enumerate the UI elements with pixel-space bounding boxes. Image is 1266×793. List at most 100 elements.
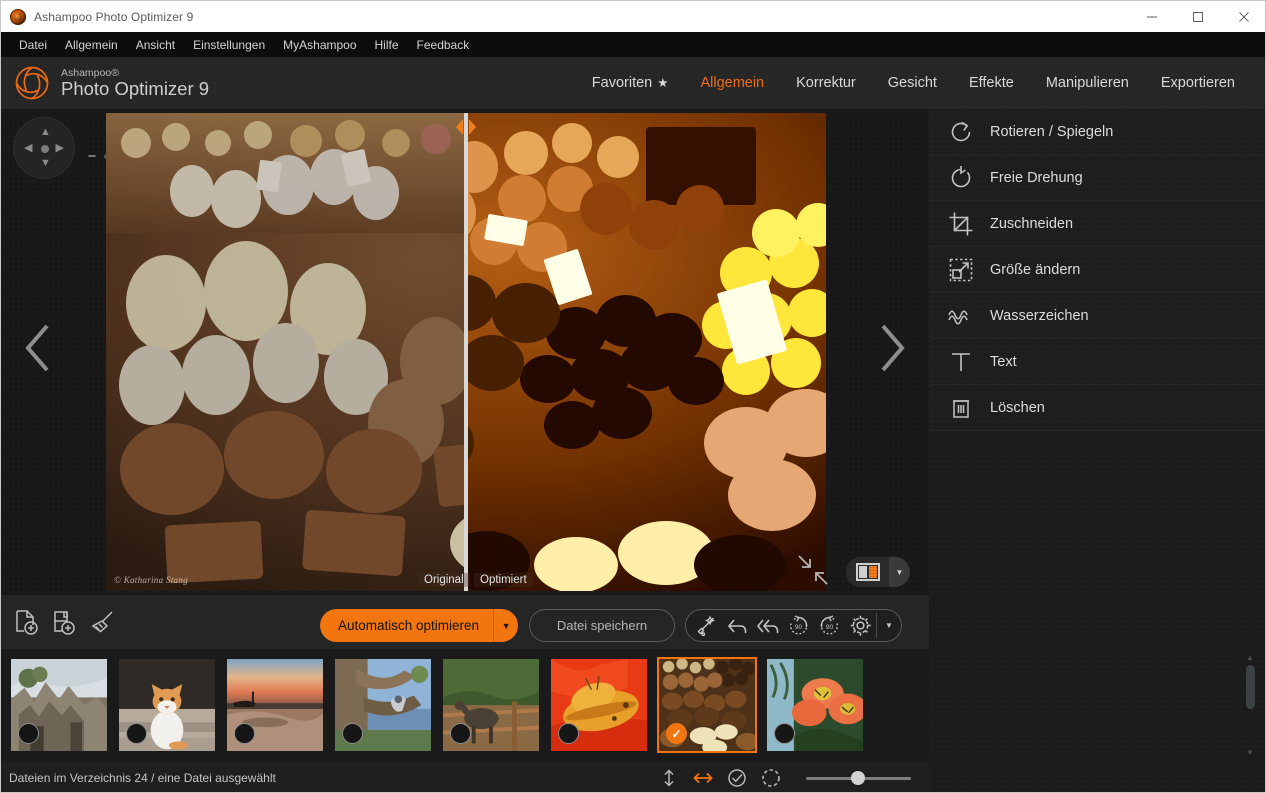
thumbnail-checkbox[interactable] — [126, 723, 147, 744]
split-view-left-half — [859, 566, 867, 578]
save-file-button[interactable]: Datei speichern — [529, 609, 675, 642]
thumbnail-orange-butterfly[interactable] — [549, 657, 649, 753]
thumbnail-checkbox[interactable] — [234, 723, 255, 744]
app-window: Ashampoo Photo Optimizer 9 Datei Allgeme… — [0, 0, 1266, 793]
thumbnail-checkbox[interactable] — [450, 723, 471, 744]
tab-allgemein[interactable]: Allgemein — [684, 69, 780, 97]
dashed-circle-icon[interactable] — [760, 767, 782, 789]
thumbnail-donkey-fence[interactable] — [441, 657, 541, 753]
sidebar-item-freie-drehung[interactable]: Freie Drehung — [929, 155, 1266, 201]
menu-item-datei[interactable]: Datei — [10, 35, 56, 55]
auto-optimize-button[interactable]: Automatisch optimieren ▼ — [320, 609, 518, 642]
fit-to-screen-icon[interactable] — [796, 553, 830, 587]
thumbnail-beach-sunset[interactable] — [225, 657, 325, 753]
rotate-right-90-icon[interactable]: 90 — [814, 610, 845, 641]
zoom-out-icon[interactable]: − — [86, 149, 98, 164]
chevron-left-icon[interactable] — [21, 321, 55, 375]
tab-favoriten[interactable]: Favoriten★ — [576, 69, 685, 97]
thumbnail-orange-flowers[interactable] — [765, 657, 865, 753]
title-bar: Ashampoo Photo Optimizer 9 — [1, 1, 1266, 32]
pan-center-dot[interactable] — [41, 145, 49, 153]
pan-left-icon[interactable]: ◀ — [24, 143, 32, 154]
add-folder-icon[interactable] — [49, 607, 79, 637]
thumbnail-checkbox[interactable] — [558, 723, 579, 744]
app-header: Ashampoo® Photo Optimizer 9 Favoriten★ A… — [1, 57, 1266, 109]
undo-icon[interactable] — [721, 610, 752, 641]
thumbnail-size-knob[interactable] — [851, 771, 865, 785]
image-optimized-pane — [468, 113, 826, 591]
rotate-left-90-icon[interactable]: 90 — [783, 610, 814, 641]
sidebar-item-rotieren-spiegeln[interactable]: Rotieren / Spiegeln — [929, 109, 1266, 155]
fit-width-icon[interactable] — [692, 767, 714, 789]
auto-optimize-caret-icon[interactable]: ▼ — [494, 621, 518, 631]
chevron-right-icon[interactable] — [875, 321, 909, 375]
pan-pad-icon[interactable]: ▲ ▼ ◀ ▶ — [13, 117, 75, 179]
svg-text:90: 90 — [826, 624, 834, 631]
thumbnail-check-mark: ✓ — [671, 728, 681, 740]
tab-gesicht[interactable]: Gesicht — [872, 69, 953, 97]
broom-clear-icon[interactable] — [87, 607, 117, 637]
split-view-toggle-button[interactable] — [846, 557, 889, 587]
tab-manipulieren[interactable]: Manipulieren — [1030, 69, 1145, 97]
split-divider[interactable] — [464, 113, 468, 591]
split-divider-handle[interactable] — [456, 119, 476, 135]
tab-exportieren[interactable]: Exportieren — [1145, 69, 1251, 97]
brand-superscript: Ashampoo® — [61, 68, 209, 79]
check-circle-icon[interactable] — [726, 767, 748, 789]
maximize-icon[interactable] — [1175, 1, 1221, 32]
thumbnail-filmstrip[interactable]: ✓ — [1, 649, 929, 761]
status-text: Dateien im Verzeichnis 24 / eine Datei a… — [1, 771, 276, 785]
tab-korrektur[interactable]: Korrektur — [780, 69, 872, 97]
menu-item-myashampoo[interactable]: MyAshampoo — [274, 35, 365, 55]
filmstrip-scroll-thumb[interactable] — [1246, 665, 1255, 709]
sidebar-item-loeschen[interactable]: Löschen — [929, 385, 1266, 431]
filmstrip-scrollbar[interactable]: ▲ ▼ — [1243, 653, 1257, 757]
brand-text: Ashampoo® Photo Optimizer 9 — [61, 68, 209, 99]
sidebar-item-text[interactable]: Text — [929, 339, 1266, 385]
brand: Ashampoo® Photo Optimizer 9 — [1, 64, 209, 102]
split-view-icon[interactable]: ▼ — [846, 557, 910, 587]
pan-up-icon[interactable]: ▲ — [40, 127, 51, 138]
menu-item-feedback[interactable]: Feedback — [408, 35, 479, 55]
thumbnail-temple-ruins[interactable] — [9, 657, 109, 753]
image-canvas[interactable]: © Katharina Stang — [106, 113, 826, 591]
undo-all-icon[interactable] — [752, 610, 783, 641]
tab-effekte[interactable]: Effekte — [953, 69, 1030, 97]
pan-right-icon[interactable]: ▶ — [56, 143, 64, 154]
fit-height-icon[interactable] — [658, 767, 680, 789]
settings-gear-icon[interactable] — [845, 610, 876, 641]
brand-product-name: Photo Optimizer 9 — [61, 80, 209, 99]
split-view-caret-icon[interactable]: ▼ — [889, 568, 910, 577]
thumbnail-checkbox[interactable]: ✓ — [666, 723, 687, 744]
menu-item-einstellungen[interactable]: Einstellungen — [184, 35, 274, 55]
close-icon[interactable] — [1221, 1, 1266, 32]
filmstrip-scroll-down-icon[interactable]: ▼ — [1246, 748, 1254, 757]
thumbnail-orange-cat[interactable] — [117, 657, 217, 753]
sidebar-label-text: Text — [990, 354, 1017, 370]
sidebar-item-wasserzeichen[interactable]: Wasserzeichen — [929, 293, 1266, 339]
minimize-icon[interactable] — [1129, 1, 1175, 32]
thumbnail-checkbox[interactable] — [18, 723, 39, 744]
add-file-icon[interactable] — [11, 607, 41, 637]
thumbnail-bird-in-tree[interactable] — [333, 657, 433, 753]
pan-down-icon[interactable]: ▼ — [40, 158, 51, 169]
thumbnail-size-slider[interactable] — [806, 771, 911, 785]
sidebar-item-groesse-aendern[interactable]: Größe ändern — [929, 247, 1266, 293]
star-icon: ★ — [657, 76, 668, 90]
sidebar-item-zuschneiden[interactable]: Zuschneiden — [929, 201, 1266, 247]
menu-item-hilfe[interactable]: Hilfe — [366, 35, 408, 55]
split-view-glyph — [856, 563, 880, 581]
menu-item-allgemein[interactable]: Allgemein — [56, 35, 127, 55]
svg-text:90: 90 — [795, 624, 803, 631]
magic-wand-icon[interactable] — [690, 610, 721, 641]
label-optimized: Optimiert — [474, 573, 533, 587]
filmstrip-scroll-up-icon[interactable]: ▲ — [1246, 653, 1254, 662]
split-handle-left-arrow — [456, 119, 463, 135]
thumbnail-checkbox[interactable] — [774, 723, 795, 744]
rotate-flip-icon — [944, 115, 978, 149]
thumbnail-chocolate-market[interactable]: ✓ — [657, 657, 757, 753]
thumbnail-checkbox[interactable] — [342, 723, 363, 744]
menu-item-ansicht[interactable]: Ansicht — [127, 35, 184, 55]
watermark-icon — [944, 299, 978, 333]
tools-caret-icon[interactable]: ▼ — [877, 610, 901, 641]
